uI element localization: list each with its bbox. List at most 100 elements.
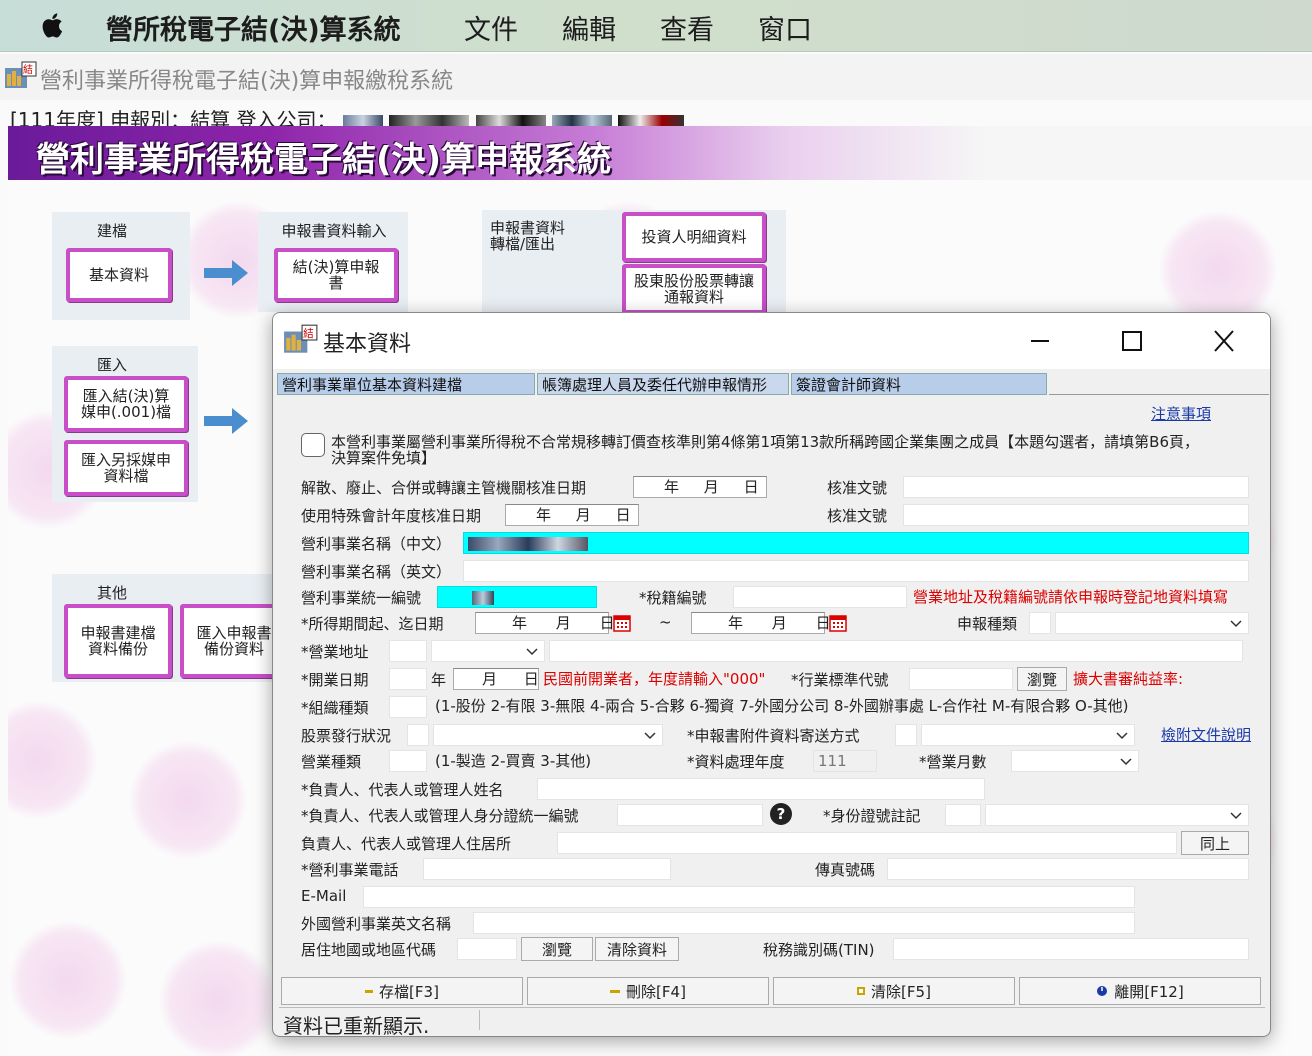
group-export-label: 申報書資料轉檔/匯出 bbox=[490, 219, 566, 253]
checkbox-text-line2: 決算案件免填】 bbox=[331, 449, 437, 467]
notice-link[interactable]: 注意事項 bbox=[1151, 403, 1211, 424]
business-address-label: *營業地址 bbox=[301, 643, 369, 661]
basic-data-button[interactable]: 基本資料 bbox=[66, 248, 172, 302]
clear-icon bbox=[857, 987, 866, 995]
apple-icon[interactable] bbox=[38, 9, 70, 41]
industry-browse-button[interactable]: 瀏覽 bbox=[1017, 667, 1067, 691]
filing-type-code[interactable] bbox=[1029, 612, 1051, 634]
residence-code-field[interactable] bbox=[457, 938, 517, 960]
owner-id-field[interactable] bbox=[617, 804, 763, 826]
id-mark-label: *身份證號註記 bbox=[823, 807, 921, 825]
tab-bookkeeper[interactable]: 帳簿處理人員及委任代辦申報情形 bbox=[537, 373, 789, 395]
investor-detail-button[interactable]: 投資人明細資料 bbox=[622, 212, 766, 262]
svg-text:結: 結 bbox=[23, 63, 33, 76]
business-address-field[interactable] bbox=[549, 640, 1243, 662]
opening-month-day-field[interactable]: 月 日 bbox=[453, 668, 539, 690]
attach-method-code[interactable] bbox=[895, 724, 917, 746]
maximize-icon[interactable] bbox=[1109, 323, 1155, 359]
name-en-field[interactable] bbox=[463, 560, 1249, 582]
minimize-icon[interactable] bbox=[1017, 323, 1063, 359]
period-start-field[interactable]: 年 月 日 bbox=[475, 612, 615, 634]
business-months-select[interactable] bbox=[1011, 750, 1139, 772]
unified-no-field[interactable] bbox=[437, 586, 597, 608]
id-mark-select[interactable] bbox=[985, 804, 1249, 826]
chevron-down-icon bbox=[1116, 732, 1128, 740]
attach-method-select[interactable] bbox=[921, 724, 1135, 746]
watermark-icon bbox=[128, 740, 248, 860]
menubar-app-name[interactable]: 營所稅電子結(決)算系統 bbox=[106, 8, 401, 47]
watermark-icon bbox=[8, 700, 98, 820]
clear-data-button[interactable]: 清除資料 bbox=[595, 937, 679, 961]
menu-file[interactable]: 文件 bbox=[464, 8, 518, 47]
approval-no-field[interactable] bbox=[903, 504, 1249, 526]
delete-button[interactable]: 刪除[F4] bbox=[527, 977, 769, 1005]
date-month-label: 月 bbox=[771, 614, 787, 632]
stock-issue-select[interactable] bbox=[433, 724, 663, 746]
owner-name-field[interactable] bbox=[537, 778, 985, 800]
menu-window[interactable]: 窗口 bbox=[758, 8, 812, 47]
tab-accountant[interactable]: 簽證會計師資料 bbox=[791, 373, 1047, 395]
name-cn-field[interactable] bbox=[463, 532, 1249, 554]
dissolve-date-field[interactable]: 年 月 日 bbox=[633, 476, 767, 498]
form-area: 注意事項 本營利事業屬營利事業所得稅不合常規移轉訂價查核準則第4條第1項第13款… bbox=[277, 397, 1268, 975]
tab-strip-filler bbox=[1049, 373, 1269, 395]
period-end-field[interactable]: 年 月 日 bbox=[691, 612, 831, 634]
address-city-select[interactable] bbox=[431, 640, 545, 662]
tin-label: 稅務識別碼(TIN) bbox=[763, 941, 875, 959]
share-transfer-button[interactable]: 股東股份股票轉讓通報資料 bbox=[622, 264, 766, 314]
business-type-field[interactable] bbox=[389, 750, 427, 772]
owner-address-label: 負責人、代表人或管理人住居所 bbox=[301, 835, 512, 853]
date-year-label: 年 bbox=[431, 671, 447, 689]
clear-button[interactable]: 清除[F5] bbox=[773, 977, 1015, 1005]
chevron-down-icon bbox=[1230, 812, 1242, 820]
phone-field[interactable] bbox=[423, 858, 671, 880]
residence-browse-button[interactable]: 瀏覽 bbox=[521, 937, 593, 961]
date-year-label: 年 bbox=[512, 614, 528, 632]
industry-code-field[interactable] bbox=[909, 668, 1013, 690]
help-icon[interactable]: ? bbox=[769, 802, 793, 826]
stock-issue-code[interactable] bbox=[407, 724, 429, 746]
calendar-icon[interactable] bbox=[613, 614, 631, 632]
menu-view[interactable]: 查看 bbox=[660, 8, 714, 47]
tax-reg-no-field[interactable] bbox=[733, 586, 907, 608]
filing-type-select[interactable] bbox=[1055, 612, 1249, 634]
expand-rate-label: 擴大書審純益率: bbox=[1073, 670, 1184, 688]
status-text: 資料已重新顯示. bbox=[283, 1014, 430, 1037]
business-months-label: *營業月數 bbox=[919, 753, 987, 771]
foreign-name-field[interactable] bbox=[473, 912, 1135, 934]
menu-edit[interactable]: 編輯 bbox=[562, 8, 616, 47]
business-type-label: 營業種類 bbox=[301, 753, 362, 771]
fax-label: 傳真號碼 bbox=[815, 861, 876, 879]
fax-field[interactable] bbox=[887, 858, 1249, 880]
dialog-titlebar: 結 基本資料 bbox=[273, 313, 1270, 369]
app-titlebar: 結 營利事業所得稅電子結(決)算申報繳稅系統 bbox=[0, 54, 1312, 100]
close-icon[interactable] bbox=[1201, 323, 1247, 359]
tab-basic-info[interactable]: 營利事業單位基本資料建檔 bbox=[277, 373, 535, 395]
opening-year-field[interactable] bbox=[389, 668, 427, 690]
backup-button[interactable]: 申報書建檔資料備份 bbox=[64, 604, 172, 678]
tin-field[interactable] bbox=[893, 938, 1249, 960]
email-field[interactable] bbox=[363, 886, 1135, 908]
address-code-field[interactable] bbox=[389, 640, 427, 662]
delete-button-label: 刪除[F4] bbox=[626, 982, 686, 1001]
save-button[interactable]: 存檔[F3] bbox=[281, 977, 523, 1005]
import-001-button[interactable]: 匯入結(決)算媒申(.001)檔 bbox=[64, 376, 188, 432]
attach-doc-link[interactable]: 檢附文件說明 bbox=[1161, 724, 1251, 745]
owner-address-field[interactable] bbox=[557, 832, 1177, 854]
exit-button[interactable]: 離開[F12] bbox=[1019, 977, 1261, 1005]
arrow-right-icon bbox=[204, 260, 248, 286]
delete-icon bbox=[610, 989, 621, 993]
calendar-icon[interactable] bbox=[829, 614, 847, 632]
settlement-form-button[interactable]: 結(決)算申報書 bbox=[274, 248, 398, 302]
id-mark-code[interactable] bbox=[945, 804, 981, 826]
date-month-label: 月 bbox=[555, 614, 571, 632]
same-as-above-button[interactable]: 同上 bbox=[1181, 831, 1249, 855]
group-other-label: 其他 bbox=[96, 584, 127, 602]
approval-no-field[interactable] bbox=[903, 476, 1249, 498]
import-other-button[interactable]: 匯入另採媒申資料檔 bbox=[64, 440, 188, 496]
multinational-checkbox[interactable] bbox=[301, 433, 325, 457]
approval-no-label: 核准文號 bbox=[827, 507, 888, 525]
app-banner: 營利事業所得稅電子結(決)算申報系統 bbox=[8, 126, 1312, 180]
org-type-field[interactable] bbox=[389, 696, 427, 718]
special-year-date-field[interactable]: 年 月 日 bbox=[505, 504, 639, 526]
